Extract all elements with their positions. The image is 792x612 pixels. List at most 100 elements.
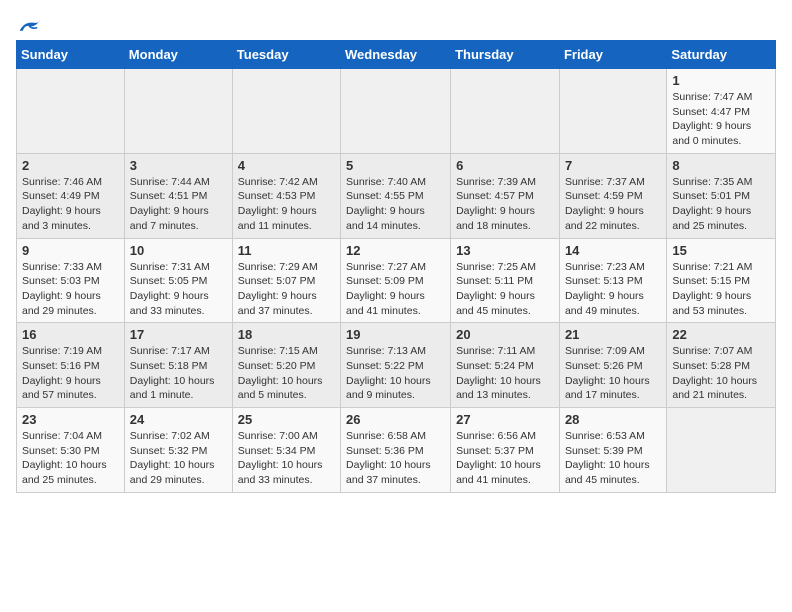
day-number: 19 xyxy=(346,327,445,342)
day-info: Sunrise: 7:37 AM Sunset: 4:59 PM Dayligh… xyxy=(565,175,661,234)
day-info: Sunrise: 7:07 AM Sunset: 5:28 PM Dayligh… xyxy=(672,344,770,403)
calendar-week-row: 23 Sunrise: 7:04 AM Sunset: 5:30 PM Dayli… xyxy=(17,408,776,493)
day-of-week-header: Tuesday xyxy=(232,41,340,69)
calendar-week-row: 9 Sunrise: 7:33 AM Sunset: 5:03 PM Daylig… xyxy=(17,238,776,323)
day-info: Sunrise: 6:58 AM Sunset: 5:36 PM Dayligh… xyxy=(346,429,445,488)
day-number: 11 xyxy=(238,243,335,258)
day-number: 12 xyxy=(346,243,445,258)
day-info: Sunrise: 7:35 AM Sunset: 5:01 PM Dayligh… xyxy=(672,175,770,234)
calendar-cell xyxy=(232,69,340,154)
day-number: 18 xyxy=(238,327,335,342)
day-number: 3 xyxy=(130,158,227,173)
logo xyxy=(16,16,42,36)
day-of-week-header: Monday xyxy=(124,41,232,69)
day-info: Sunrise: 7:39 AM Sunset: 4:57 PM Dayligh… xyxy=(456,175,554,234)
day-number: 13 xyxy=(456,243,554,258)
day-info: Sunrise: 7:29 AM Sunset: 5:07 PM Dayligh… xyxy=(238,260,335,319)
calendar-cell: 5 Sunrise: 7:40 AM Sunset: 4:55 PM Daylig… xyxy=(341,153,451,238)
calendar-cell xyxy=(451,69,560,154)
calendar-cell: 3 Sunrise: 7:44 AM Sunset: 4:51 PM Daylig… xyxy=(124,153,232,238)
day-number: 28 xyxy=(565,412,661,427)
calendar-cell: 1 Sunrise: 7:47 AM Sunset: 4:47 PM Daylig… xyxy=(667,69,776,154)
day-number: 16 xyxy=(22,327,119,342)
calendar-cell: 15 Sunrise: 7:21 AM Sunset: 5:15 PM Dayli… xyxy=(667,238,776,323)
day-number: 14 xyxy=(565,243,661,258)
day-number: 20 xyxy=(456,327,554,342)
day-number: 22 xyxy=(672,327,770,342)
calendar-week-row: 1 Sunrise: 7:47 AM Sunset: 4:47 PM Daylig… xyxy=(17,69,776,154)
calendar-cell xyxy=(559,69,666,154)
calendar-cell: 11 Sunrise: 7:29 AM Sunset: 5:07 PM Dayli… xyxy=(232,238,340,323)
day-number: 26 xyxy=(346,412,445,427)
calendar-cell: 17Sunrise: 7:17 AM Sunset: 5:18 PM Dayli… xyxy=(124,323,232,408)
calendar-cell: 9 Sunrise: 7:33 AM Sunset: 5:03 PM Daylig… xyxy=(17,238,125,323)
calendar-body: 1 Sunrise: 7:47 AM Sunset: 4:47 PM Daylig… xyxy=(17,69,776,493)
day-number: 6 xyxy=(456,158,554,173)
calendar-cell xyxy=(17,69,125,154)
day-number: 25 xyxy=(238,412,335,427)
calendar-cell: 21 Sunrise: 7:09 AM Sunset: 5:26 PM Dayli… xyxy=(559,323,666,408)
day-number: 7 xyxy=(565,158,661,173)
calendar-cell: 26 Sunrise: 6:58 AM Sunset: 5:36 PM Dayli… xyxy=(341,408,451,493)
day-info: Sunrise: 7:00 AM Sunset: 5:34 PM Dayligh… xyxy=(238,429,335,488)
day-of-week-header: Sunday xyxy=(17,41,125,69)
day-number: 1 xyxy=(672,73,770,88)
day-info: Sunrise: 7:21 AM Sunset: 5:15 PM Dayligh… xyxy=(672,260,770,319)
calendar-cell: 28 Sunrise: 6:53 AM Sunset: 5:39 PM Dayli… xyxy=(559,408,666,493)
day-number: 21 xyxy=(565,327,661,342)
header-row: SundayMondayTuesdayWednesdayThursdayFrid… xyxy=(17,41,776,69)
day-number: 9 xyxy=(22,243,119,258)
calendar-cell: 16Sunrise: 7:19 AM Sunset: 5:16 PM Dayli… xyxy=(17,323,125,408)
day-info: Sunrise: 7:23 AM Sunset: 5:13 PM Dayligh… xyxy=(565,260,661,319)
day-number: 10 xyxy=(130,243,227,258)
day-info: Sunrise: 7:09 AM Sunset: 5:26 PM Dayligh… xyxy=(565,344,661,403)
day-number: 5 xyxy=(346,158,445,173)
calendar-cell: 6 Sunrise: 7:39 AM Sunset: 4:57 PM Daylig… xyxy=(451,153,560,238)
day-info: Sunrise: 7:25 AM Sunset: 5:11 PM Dayligh… xyxy=(456,260,554,319)
day-number: 24 xyxy=(130,412,227,427)
day-of-week-header: Friday xyxy=(559,41,666,69)
day-info: Sunrise: 7:44 AM Sunset: 4:51 PM Dayligh… xyxy=(130,175,227,234)
calendar-cell: 18 Sunrise: 7:15 AM Sunset: 5:20 PM Dayli… xyxy=(232,323,340,408)
day-info: Sunrise: 7:13 AM Sunset: 5:22 PM Dayligh… xyxy=(346,344,445,403)
day-info: Sunrise: 7:31 AM Sunset: 5:05 PM Dayligh… xyxy=(130,260,227,319)
calendar-week-row: 16Sunrise: 7:19 AM Sunset: 5:16 PM Dayli… xyxy=(17,323,776,408)
day-info: Sunrise: 7:04 AM Sunset: 5:30 PM Dayligh… xyxy=(22,429,119,488)
day-info: Sunrise: 7:11 AM Sunset: 5:24 PM Dayligh… xyxy=(456,344,554,403)
day-info: Sunrise: 7:02 AM Sunset: 5:32 PM Dayligh… xyxy=(130,429,227,488)
calendar-cell: 14 Sunrise: 7:23 AM Sunset: 5:13 PM Dayli… xyxy=(559,238,666,323)
day-number: 23 xyxy=(22,412,119,427)
calendar-cell: 12 Sunrise: 7:27 AM Sunset: 5:09 PM Dayli… xyxy=(341,238,451,323)
calendar-cell xyxy=(341,69,451,154)
calendar-cell: 27Sunrise: 6:56 AM Sunset: 5:37 PM Dayli… xyxy=(451,408,560,493)
day-of-week-header: Saturday xyxy=(667,41,776,69)
calendar-cell: 24 Sunrise: 7:02 AM Sunset: 5:32 PM Dayli… xyxy=(124,408,232,493)
header xyxy=(16,16,776,36)
day-number: 17 xyxy=(130,327,227,342)
day-info: Sunrise: 7:15 AM Sunset: 5:20 PM Dayligh… xyxy=(238,344,335,403)
calendar-cell: 22 Sunrise: 7:07 AM Sunset: 5:28 PM Dayli… xyxy=(667,323,776,408)
day-number: 15 xyxy=(672,243,770,258)
day-info: Sunrise: 6:56 AM Sunset: 5:37 PM Dayligh… xyxy=(456,429,554,488)
day-info: Sunrise: 7:27 AM Sunset: 5:09 PM Dayligh… xyxy=(346,260,445,319)
calendar-week-row: 2 Sunrise: 7:46 AM Sunset: 4:49 PM Daylig… xyxy=(17,153,776,238)
calendar-cell: 7 Sunrise: 7:37 AM Sunset: 4:59 PM Daylig… xyxy=(559,153,666,238)
day-info: Sunrise: 6:53 AM Sunset: 5:39 PM Dayligh… xyxy=(565,429,661,488)
day-info: Sunrise: 7:42 AM Sunset: 4:53 PM Dayligh… xyxy=(238,175,335,234)
logo-bird-icon xyxy=(18,16,42,36)
day-info: Sunrise: 7:46 AM Sunset: 4:49 PM Dayligh… xyxy=(22,175,119,234)
day-number: 8 xyxy=(672,158,770,173)
day-info: Sunrise: 7:40 AM Sunset: 4:55 PM Dayligh… xyxy=(346,175,445,234)
calendar-cell xyxy=(124,69,232,154)
calendar-cell: 25 Sunrise: 7:00 AM Sunset: 5:34 PM Dayli… xyxy=(232,408,340,493)
day-number: 2 xyxy=(22,158,119,173)
calendar-cell xyxy=(667,408,776,493)
calendar-cell: 19 Sunrise: 7:13 AM Sunset: 5:22 PM Dayli… xyxy=(341,323,451,408)
calendar-header: SundayMondayTuesdayWednesdayThursdayFrid… xyxy=(17,41,776,69)
calendar-cell: 2 Sunrise: 7:46 AM Sunset: 4:49 PM Daylig… xyxy=(17,153,125,238)
day-info: Sunrise: 7:33 AM Sunset: 5:03 PM Dayligh… xyxy=(22,260,119,319)
day-number: 4 xyxy=(238,158,335,173)
day-info: Sunrise: 7:47 AM Sunset: 4:47 PM Dayligh… xyxy=(672,90,770,149)
page-container: SundayMondayTuesdayWednesdayThursdayFrid… xyxy=(0,0,792,501)
calendar-cell: 23 Sunrise: 7:04 AM Sunset: 5:30 PM Dayli… xyxy=(17,408,125,493)
